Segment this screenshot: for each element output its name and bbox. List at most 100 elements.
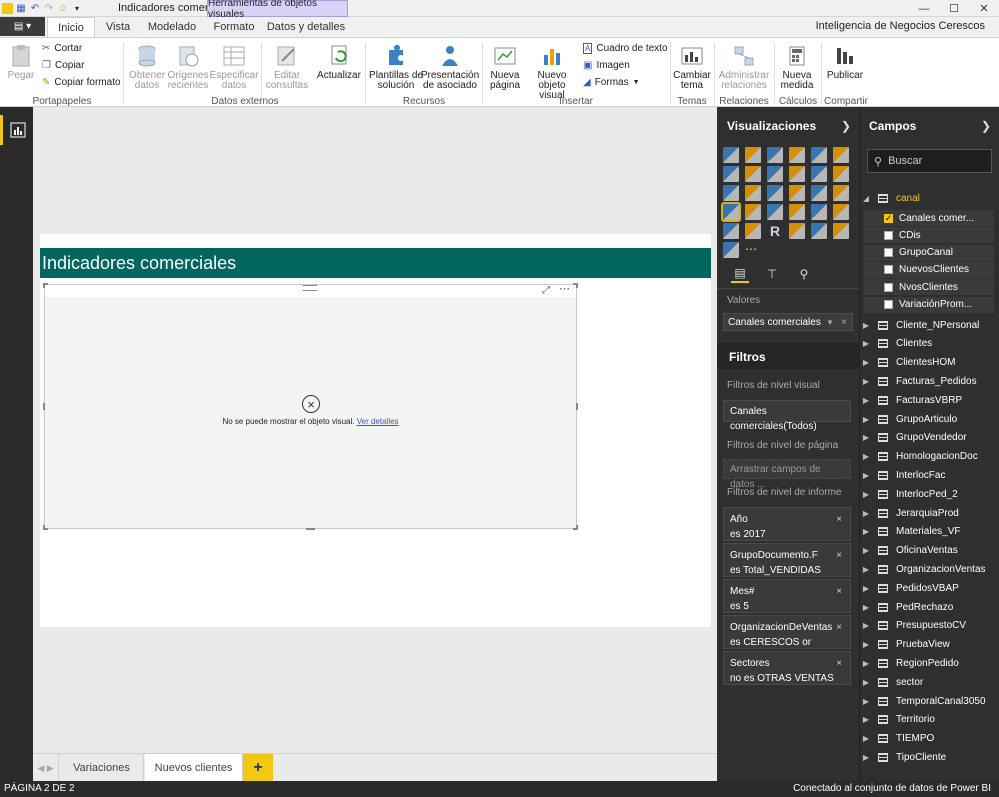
donut-icon[interactable] — [745, 223, 761, 239]
scatter-icon[interactable] — [745, 185, 761, 201]
area-chart-icon[interactable] — [745, 166, 761, 182]
manage-relationships-button[interactable]: Administrar relaciones — [717, 44, 771, 91]
field-item[interactable]: VariaciónProm... — [864, 296, 994, 313]
line-column-icon[interactable] — [789, 166, 805, 182]
expand-arrow-icon[interactable]: ▶ — [860, 527, 872, 536]
search-input[interactable]: ⚲ Buscar — [867, 149, 992, 173]
values-well[interactable]: Canales comerciales ▼ × — [723, 313, 853, 331]
report-view-icon[interactable] — [0, 115, 33, 145]
field-checkbox[interactable] — [884, 265, 893, 275]
report-filter-card[interactable]: Sectores no es OTRAS VENTAS × — [723, 651, 851, 685]
copy-button[interactable]: ❐ Copiar — [42, 60, 84, 71]
table-item[interactable]: ▶ Territorio — [860, 711, 999, 729]
expand-arrow-icon[interactable]: ▶ — [860, 603, 872, 612]
field-checkbox[interactable] — [884, 282, 893, 292]
map-icon[interactable] — [811, 185, 827, 201]
field-checkbox[interactable] — [884, 300, 893, 309]
slicer-icon[interactable] — [723, 223, 739, 239]
card-icon[interactable] — [789, 204, 805, 220]
get-data-button[interactable]: Obtener datos — [128, 44, 166, 91]
expand-arrow-icon[interactable]: ▶ — [860, 678, 872, 687]
table-item[interactable]: ▶ sector — [860, 673, 999, 691]
remove-filter-icon[interactable]: × — [836, 548, 842, 563]
page-tab-variaciones[interactable]: Variaciones — [60, 754, 144, 782]
field-item[interactable]: CDis — [864, 227, 994, 244]
remove-field-icon[interactable]: × — [841, 317, 847, 328]
table-item[interactable]: ▶ OficinaVentas — [860, 542, 999, 560]
save-icon[interactable]: ▦ — [15, 3, 27, 15]
partner-showcase-button[interactable]: Presentación de asociado — [421, 44, 479, 91]
report-page[interactable]: Indicadores comerciales ⤢ ⋯ × No se pued… — [40, 234, 711, 627]
report-filter-card[interactable]: OrganizacionDeVentases CERESCOS or (Blan… — [723, 615, 851, 663]
gauge-icon[interactable] — [767, 204, 783, 220]
enter-data-button[interactable]: Especificar datos — [210, 44, 258, 91]
custom-visual-2-icon[interactable] — [833, 223, 849, 239]
more-visuals-icon[interactable]: ⋯ — [745, 242, 761, 258]
multirow-card-icon[interactable] — [811, 204, 827, 220]
page-tab-nuevos-clientes[interactable]: Nuevos clientes — [145, 754, 243, 782]
expand-arrow-icon[interactable]: ▶ — [860, 734, 872, 743]
expand-arrow-icon[interactable]: ▶ — [860, 753, 872, 762]
account-name[interactable]: Inteligencia de Negocios Cerescos — [816, 20, 985, 32]
table-item[interactable]: ▶ Clientes — [860, 335, 999, 353]
expand-arrow-icon[interactable]: ▶ — [860, 415, 872, 424]
table-item[interactable]: ▶ TipoCliente — [860, 748, 999, 766]
field-checkbox[interactable] — [884, 230, 893, 240]
publish-button[interactable]: Publicar — [825, 44, 865, 81]
kpi-icon[interactable] — [833, 204, 849, 220]
expand-arrow-icon[interactable]: ▶ — [860, 584, 872, 593]
remove-filter-icon[interactable]: × — [836, 656, 842, 671]
field-item[interactable]: ✓ Canales comer... — [864, 210, 994, 226]
focus-mode-icon[interactable]: ⤢ — [542, 285, 550, 296]
fields-well-icon[interactable]: ▤ — [731, 265, 749, 283]
waterfall-icon[interactable] — [723, 185, 739, 201]
table-item[interactable]: ▶ JerarquiaProd — [860, 504, 999, 522]
expand-arrow-icon[interactable]: ▶ — [860, 659, 872, 668]
expand-arrow-icon[interactable]: ▶ — [860, 565, 872, 574]
clustered-column-icon[interactable] — [789, 147, 805, 163]
analytics-icon[interactable]: ⚲ — [795, 265, 813, 283]
tab-formato[interactable]: Formato — [207, 17, 261, 37]
drag-handle[interactable] — [303, 285, 317, 291]
tab-datos-y-detalles[interactable]: Datos y detalles — [265, 17, 347, 37]
expand-arrow-icon[interactable]: ▶ — [860, 339, 872, 348]
format-painter-button[interactable]: ✎ Copiar formato — [42, 77, 121, 88]
cut-button[interactable]: ✂ Cortar — [42, 43, 82, 54]
expand-arrow-icon[interactable]: ▶ — [860, 490, 872, 499]
expand-arrow-icon[interactable]: ▶ — [860, 377, 872, 386]
shapes-button[interactable]: ◢ Formas ▼ — [583, 77, 640, 88]
table-item[interactable]: ▶ OrganizacionVentas — [860, 560, 999, 578]
table-item[interactable]: ▶ TemporalCanal3050 — [860, 692, 999, 710]
expand-arrow-icon[interactable]: ▶ — [860, 640, 872, 649]
collapse-chevron-icon[interactable]: ❯ — [981, 119, 991, 133]
add-page-button[interactable]: + — [243, 754, 273, 782]
stacked-area-icon[interactable] — [767, 166, 783, 182]
solution-templates-button[interactable]: Plantillas de solución — [369, 44, 423, 91]
report-filter-card[interactable]: Mes# es 5 × — [723, 579, 851, 613]
smiley-icon[interactable]: ☺ — [57, 3, 69, 15]
matrix-icon[interactable] — [721, 202, 741, 222]
table-item[interactable]: ▶ PedRechazo — [860, 598, 999, 616]
undo-icon[interactable]: ↶ — [29, 3, 41, 15]
resize-handle[interactable] — [573, 283, 578, 288]
close-button[interactable]: ✕ — [969, 0, 999, 17]
expand-arrow-icon[interactable]: ▶ — [860, 321, 872, 330]
new-measure-button[interactable]: Nueva medida — [778, 44, 816, 91]
table-item[interactable]: ▶ RegionPedido — [860, 654, 999, 672]
switch-theme-button[interactable]: Cambiar tema — [673, 44, 711, 91]
expand-arrow-icon[interactable]: ▶ — [860, 509, 872, 518]
table-visual-icon[interactable] — [833, 185, 849, 201]
ribbon-chart-icon[interactable] — [833, 166, 849, 182]
text-box-button[interactable]: A Cuadro de texto — [583, 43, 668, 54]
field-item[interactable]: NvosClientes — [864, 279, 994, 296]
table-item[interactable]: ▶ GrupoVendedor — [860, 429, 999, 447]
table-item[interactable]: ▶ GrupoArticulo — [860, 410, 999, 428]
remove-filter-icon[interactable]: × — [836, 620, 842, 635]
stacked-column-icon[interactable] — [745, 147, 761, 163]
filled-map-icon[interactable] — [745, 204, 761, 220]
table-item[interactable]: ▶ Materiales_VF — [860, 523, 999, 541]
recent-sources-button[interactable]: Orígenes recientes — [167, 44, 209, 91]
resize-handle[interactable] — [573, 525, 578, 530]
100-column-icon[interactable] — [833, 147, 849, 163]
table-item[interactable]: ▶ FacturasVBRP — [860, 391, 999, 409]
